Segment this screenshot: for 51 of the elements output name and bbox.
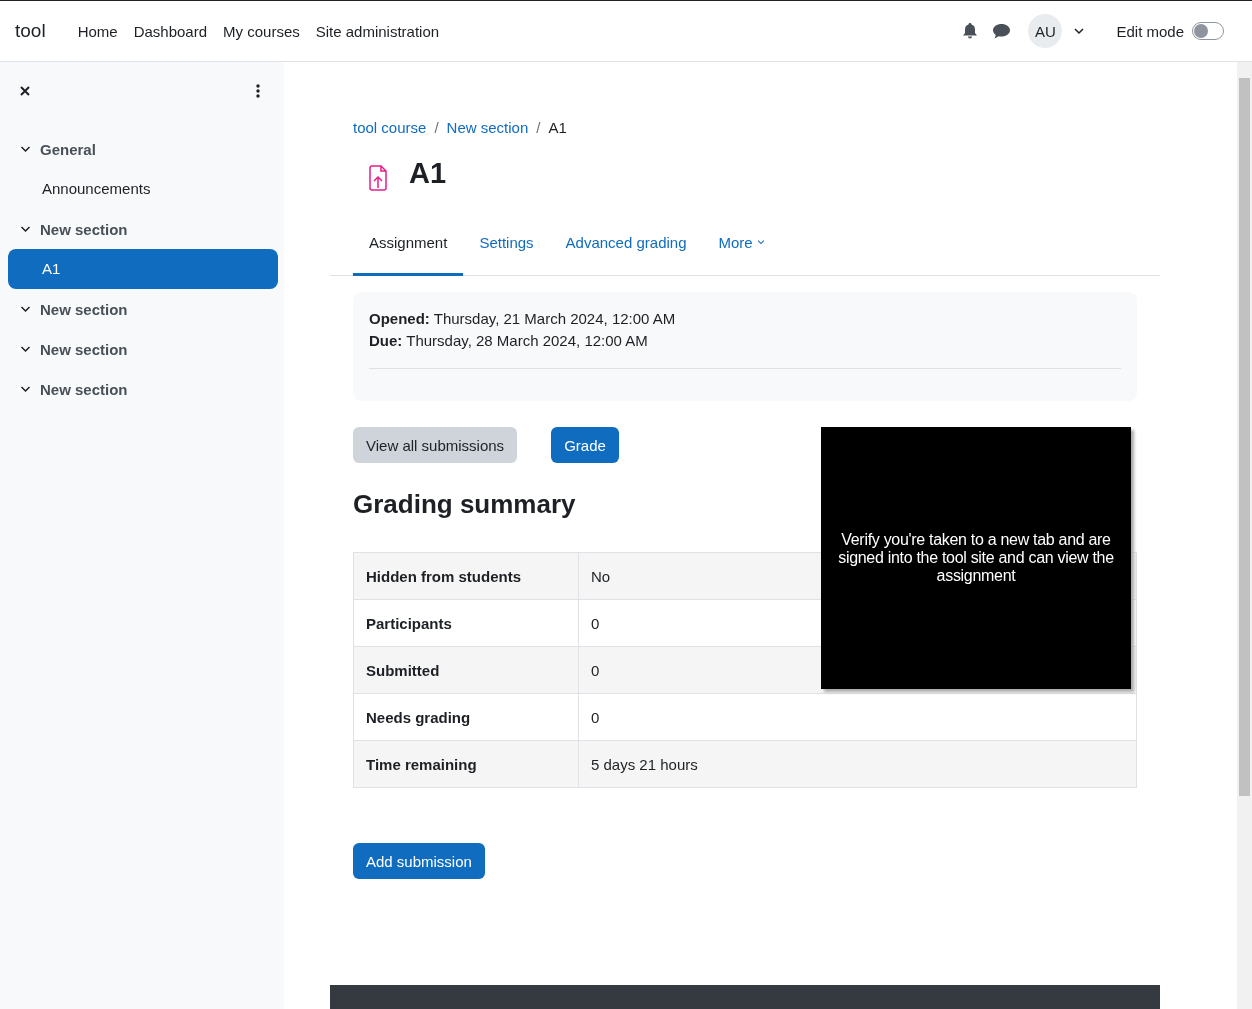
- nav-link[interactable]: Dashboard: [125, 22, 216, 40]
- table-cell: Needs grading: [353, 693, 579, 741]
- close-icon[interactable]: [20, 86, 30, 96]
- site-name[interactable]: tool: [15, 20, 46, 42]
- nav-link[interactable]: My courses: [215, 22, 308, 40]
- grade-button[interactable]: Grade: [551, 427, 619, 463]
- section-heading[interactable]: New section: [8, 209, 278, 249]
- scrollbar[interactable]: [1237, 62, 1252, 1009]
- chevron-icon: [20, 145, 31, 153]
- add-submission-button[interactable]: Add submission: [353, 843, 485, 879]
- chevron-icon: [20, 225, 31, 233]
- section-heading[interactable]: New section: [8, 289, 278, 329]
- caret-icon: [756, 240, 765, 245]
- table-cell: Time remaining: [353, 740, 579, 788]
- edit-mode-label: Edit mode: [1116, 22, 1184, 40]
- table-cell: Hidden from students: [353, 552, 579, 600]
- section-heading: Grading summary: [353, 489, 577, 520]
- table-cell: Submitted: [353, 646, 579, 694]
- section-heading[interactable]: New section: [8, 329, 278, 369]
- section-heading[interactable]: General: [8, 129, 278, 169]
- tab[interactable]: More: [702, 224, 781, 276]
- nav-link[interactable]: Home: [69, 22, 126, 40]
- tab[interactable]: Settings: [463, 224, 550, 276]
- chevron-icon: [20, 305, 31, 313]
- nav-link[interactable]: Site administration: [307, 22, 448, 40]
- section-heading[interactable]: New section: [8, 369, 278, 409]
- chat-bubble-icon[interactable]: [993, 23, 1011, 39]
- date-line: Opened: Thursday, 21 March 2024, 12:00 AM: [369, 309, 677, 329]
- table-cell: 5 days 21 hours: [578, 740, 1137, 788]
- breadcrumb-current: A1: [548, 119, 567, 136]
- user-avatar[interactable]: AU: [1028, 14, 1063, 48]
- activity-link[interactable]: Announcements: [8, 169, 278, 209]
- chevron-icon: [20, 385, 31, 393]
- view-submissions-button[interactable]: View all submissions: [353, 427, 518, 463]
- caret-icon[interactable]: [1074, 27, 1085, 35]
- file-upload-icon: [367, 164, 389, 192]
- tooltip-overlay: Verify you're taken to a new tab and are signed into the tool site and can view the assignment: [821, 427, 1131, 689]
- table-cell: Participants: [353, 599, 579, 647]
- date-line: Due: Thursday, 28 March 2024, 12:00 AM: [369, 331, 649, 351]
- table-cell: 0: [578, 693, 1137, 741]
- breadcrumb-separator: /: [536, 119, 541, 136]
- activity-link[interactable]: A1: [8, 249, 278, 289]
- breadcrumb-separator: /: [434, 119, 439, 136]
- chevron-icon: [20, 345, 31, 353]
- kebab-menu-icon[interactable]: [256, 84, 260, 98]
- tab[interactable]: Assignment: [353, 224, 464, 276]
- breadcrumb-link[interactable]: tool course: [353, 119, 427, 136]
- bell-icon[interactable]: [963, 23, 978, 39]
- tab[interactable]: Advanced grading: [549, 224, 703, 276]
- breadcrumb-link[interactable]: New section: [446, 119, 529, 136]
- page-title: A1: [409, 156, 447, 190]
